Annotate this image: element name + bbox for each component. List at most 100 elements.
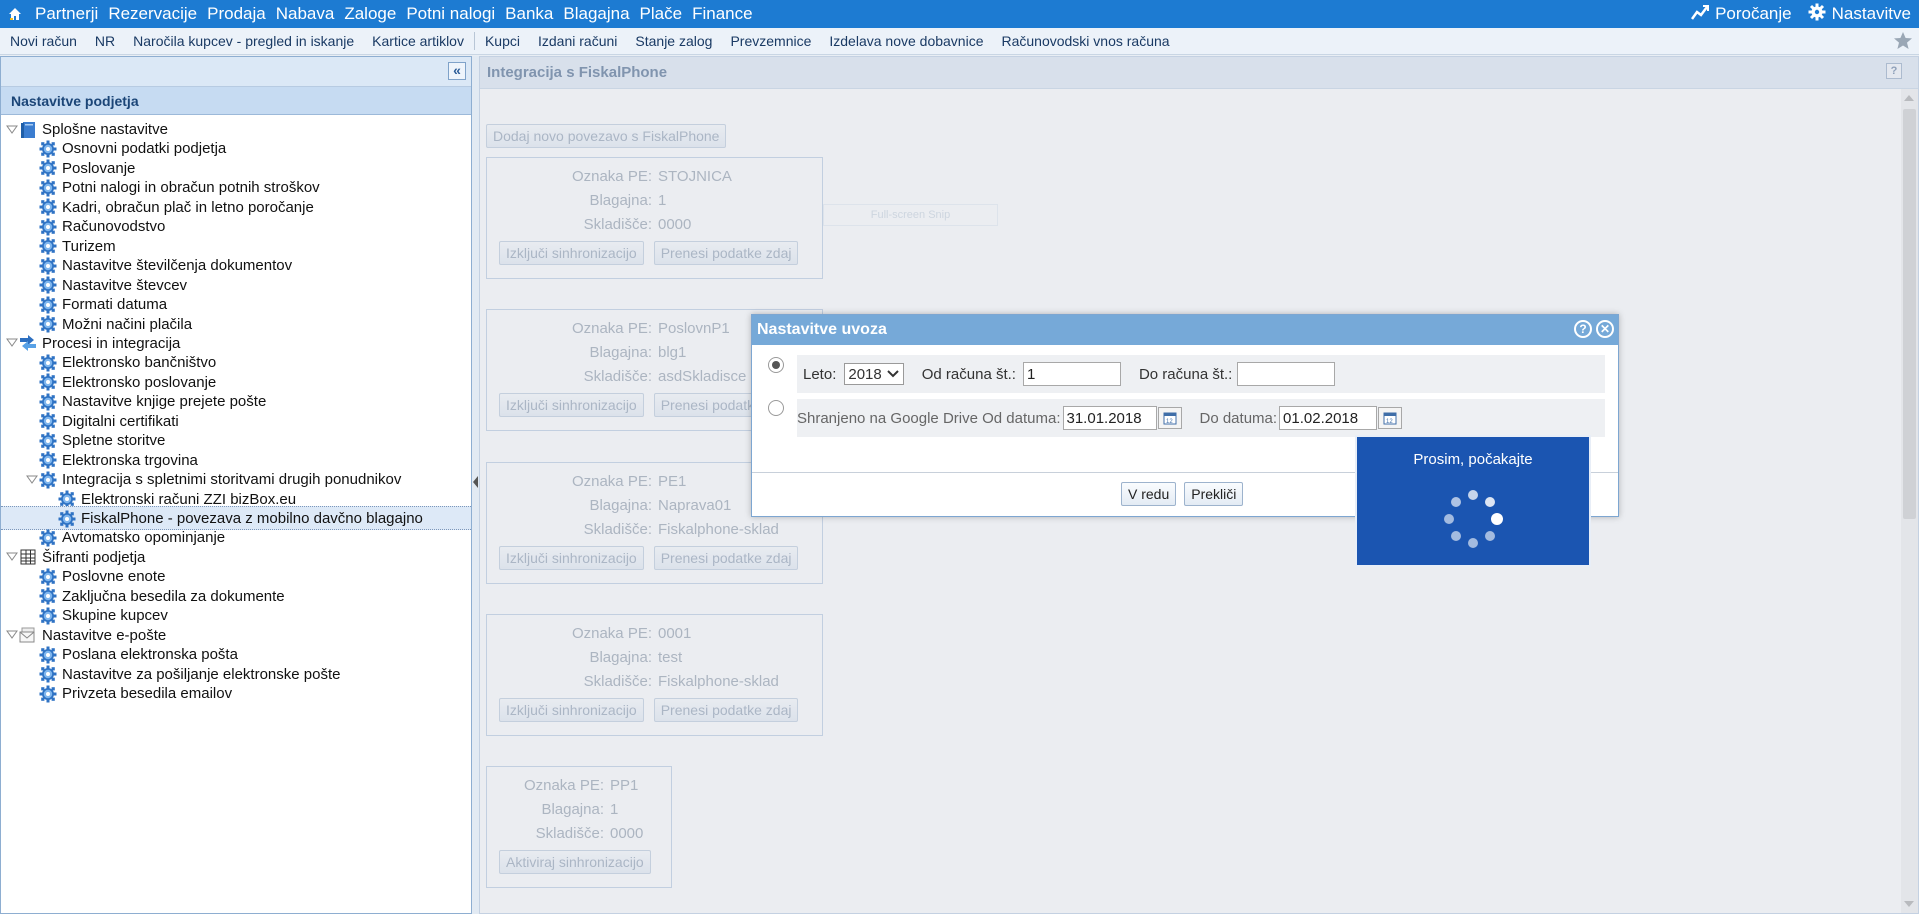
tree-item-privzeta-besedila-emailov[interactable]: Privzeta besedila emailov	[25, 682, 232, 705]
dialog-header: Nastavitve uvoza ? ✕	[752, 315, 1618, 345]
to-invoice-input[interactable]	[1237, 362, 1336, 386]
expand-triangle-icon[interactable]	[5, 628, 19, 642]
settings-menu[interactable]: Nastavitve	[1832, 4, 1911, 24]
tree-item-label: Nastavitve knjige prejete pošte	[62, 393, 267, 411]
reporting-menu[interactable]: Poročanje	[1715, 4, 1792, 24]
topnav-item-banka[interactable]: Banka	[500, 0, 558, 28]
topnav-item-partnerji[interactable]: Partnerji	[30, 0, 103, 28]
tree-item-label: Poslovne enote	[62, 568, 166, 586]
toolbar-item-novi-racun[interactable]: Novi račun	[1, 28, 86, 55]
expand-triangle-icon[interactable]	[25, 473, 39, 487]
gear-icon	[39, 198, 57, 216]
main-menu: Partnerji Rezervacije Prodaja Nabava Zaloge P…	[30, 0, 758, 28]
year-select[interactable]: 2018	[844, 363, 904, 385]
toolbar-item-kartice-artiklov[interactable]: Kartice artiklov	[363, 28, 473, 55]
settings-gear-icon[interactable]	[1808, 3, 1826, 26]
topnav-item-zaloge[interactable]: Zaloge	[339, 0, 401, 28]
toolbar-item-prevzemnice[interactable]: Prevzemnice	[721, 28, 820, 55]
panel-splitter[interactable]	[472, 56, 479, 914]
toolbar-item-stanje-zalog[interactable]: Stanje zalog	[626, 28, 721, 55]
gear-icon	[39, 471, 57, 489]
tree-item-label: Integracija s spletnimi storitvami drugi…	[62, 471, 402, 489]
radio-by-invoice-number[interactable]	[768, 357, 784, 373]
toolbar-item-nr[interactable]: NR	[86, 28, 124, 55]
toolbar-item-kupci[interactable]: Kupci	[476, 28, 529, 55]
gear-icon	[39, 179, 57, 197]
splitter-arrow-icon[interactable]	[473, 476, 478, 488]
tree-item-label: Avtomatsko opominjanje	[62, 529, 226, 547]
collapse-panel-button[interactable]: «	[448, 62, 466, 80]
tree-item-label: Elektronsko bančništvo	[62, 354, 217, 372]
tree-item-label: Elektronska trgovina	[62, 451, 198, 469]
dialog-help-icon[interactable]: ?	[1574, 320, 1592, 338]
topnav-item-potni-nalogi[interactable]: Potni nalogi	[401, 0, 500, 28]
home-icon[interactable]	[0, 0, 30, 28]
gear-icon	[39, 218, 57, 236]
topnav-item-blagajna[interactable]: Blagajna	[558, 0, 634, 28]
toolbar-item-narocila-kupcev-pregled-in-iskanje[interactable]: Naročila kupcev - pregled in iskanje	[124, 28, 363, 55]
to-date-input[interactable]	[1279, 406, 1378, 430]
tree-item-label: Poslovanje	[62, 159, 136, 177]
tree-item-label: Nastavitve za pošiljanje elektronske poš…	[62, 665, 341, 683]
calendar-icon[interactable]: 12	[1157, 407, 1182, 429]
tree-item-label: Osnovni podatki podjetja	[62, 140, 227, 158]
gear-icon	[39, 257, 57, 275]
topnav-item-finance[interactable]: Finance	[687, 0, 757, 28]
toolbar-item-izdani-racuni[interactable]: Izdani računi	[529, 28, 626, 55]
tree-item-label: Turizem	[62, 237, 116, 255]
gear-icon	[39, 646, 57, 664]
chart-icon[interactable]	[1691, 4, 1710, 25]
tree-item-label: Nastavitve števcev	[62, 276, 188, 294]
calendar-icon[interactable]: 12	[1378, 407, 1403, 429]
gear-icon	[39, 568, 57, 586]
expand-triangle-icon[interactable]	[5, 550, 19, 564]
tree-item-label: Kadri, obračun plač in letno poročanje	[62, 198, 314, 216]
topnav-item-nabava[interactable]: Nabava	[271, 0, 340, 28]
toolbar-item-izdelava-nove-dobavnice[interactable]: Izdelava nove dobavnice	[820, 28, 992, 55]
tree-item-label: Privzeta besedila emailov	[62, 685, 233, 703]
tree-item-label: Elektronski računi ZZI bizBox.eu	[81, 490, 297, 508]
dialog-close-icon[interactable]: ✕	[1596, 320, 1614, 338]
topnav-item-rezervacije[interactable]: Rezervacije	[103, 0, 202, 28]
cancel-button[interactable]: Prekliči	[1184, 482, 1244, 506]
tree-item-label: Nastavitve številčenja dokumentov	[62, 257, 293, 275]
mail-icon	[19, 626, 37, 644]
expand-triangle-icon[interactable]	[5, 336, 19, 350]
date-range-row: Shranjeno na Google Drive Od datuma: 12 …	[797, 399, 1605, 437]
toolbar-item-racunovodski-vnos-racuna[interactable]: Računovodski vnos računa	[992, 28, 1178, 55]
year-select-value: 2018	[848, 365, 882, 383]
toolbar-separator	[473, 32, 475, 50]
tree-item-label: Formati datuma	[62, 296, 168, 314]
to-invoice-label: Do računa št.:	[1138, 365, 1233, 383]
from-date-input[interactable]	[1062, 406, 1157, 430]
tree-item-label: Elektronsko poslovanje	[62, 373, 217, 391]
from-invoice-input[interactable]	[1022, 362, 1121, 386]
to-date-label: Do datuma:	[1199, 409, 1278, 427]
tree-item-label: Digitalni certifikati	[62, 412, 179, 430]
topnav-item-place[interactable]: Plače	[635, 0, 688, 28]
svg-text:12: 12	[1166, 419, 1173, 425]
gear-icon	[39, 432, 57, 450]
topnav-item-prodaja[interactable]: Prodaja	[202, 0, 271, 28]
loading-spinner-icon	[1444, 490, 1503, 548]
gear-icon	[58, 510, 76, 528]
gear-icon	[39, 159, 57, 177]
gear-icon	[39, 607, 57, 625]
expand-triangle-icon[interactable]	[5, 123, 19, 137]
radio-by-google-drive-date[interactable]	[768, 400, 784, 416]
ok-button[interactable]: V redu	[1121, 482, 1177, 506]
tree-item-label: Skupine kupcev	[62, 607, 168, 625]
favorite-star-icon[interactable]	[1893, 31, 1913, 56]
